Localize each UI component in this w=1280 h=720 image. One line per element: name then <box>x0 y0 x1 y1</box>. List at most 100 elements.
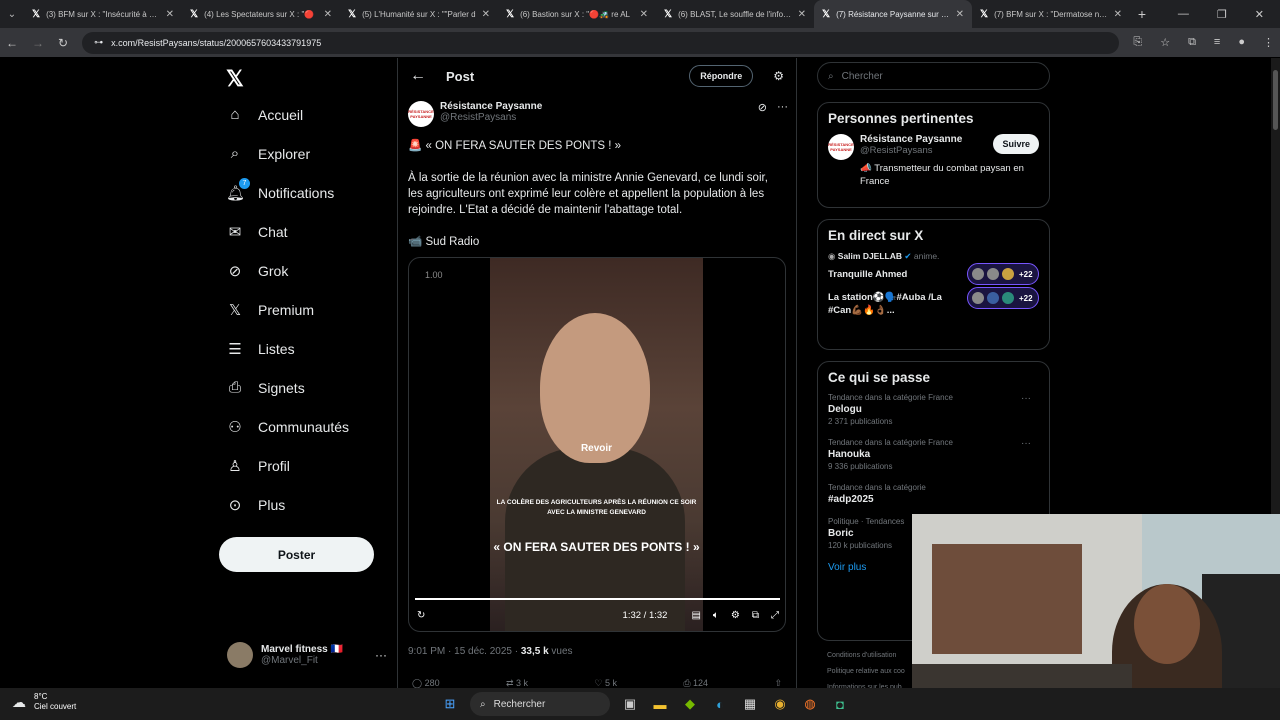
replay-icon[interactable]: ↻ <box>417 610 425 621</box>
firefox-icon[interactable]: ◍ <box>800 694 820 714</box>
close-icon[interactable]: ✕ <box>1114 9 1122 20</box>
browser-tab[interactable]: 𝕏 (3) BFM sur X : "Insécurité à Ma ✕ <box>24 0 182 28</box>
suggested-name[interactable]: Résistance Paysanne <box>860 134 962 145</box>
more-dots-icon[interactable]: ··· <box>777 101 788 127</box>
trend-item[interactable]: Tendance dans la catégorie France Delogu… <box>828 393 1039 426</box>
reload-icon[interactable]: ↻ <box>58 36 68 50</box>
nvidia-icon[interactable]: ◆ <box>680 694 700 714</box>
forward-icon[interactable]: → <box>32 36 44 50</box>
install-icon[interactable]: ⎘ <box>1133 36 1142 49</box>
close-icon[interactable]: ✕ <box>324 9 332 20</box>
author-handle[interactable]: @ResistPaysans <box>440 112 542 123</box>
new-tab-button[interactable]: + <box>1130 6 1154 22</box>
task-view-icon[interactable]: ▣ <box>620 694 640 714</box>
nav-item-explore[interactable]: ⌕ Explorer <box>226 145 310 162</box>
list-icon: ☰ <box>228 341 242 358</box>
browser-tab[interactable]: 𝕏 (5) L'Humanité sur X : ""Parler d ✕ <box>340 0 498 28</box>
more-dots-icon[interactable]: ··· <box>1021 393 1031 404</box>
listeners-count: +22 <box>1019 269 1033 279</box>
trend-item[interactable]: Tendance dans la catégorie France Hanouk… <box>828 438 1039 471</box>
author-name[interactable]: Résistance Paysanne <box>440 101 542 112</box>
post-header: ← Post Répondre ⚙ <box>398 58 796 94</box>
repost-icon: ⇄ <box>505 678 517 688</box>
bookmark-star-icon[interactable]: ☆ <box>1160 36 1170 49</box>
reply-button[interactable]: Répondre <box>689 65 754 87</box>
trend-item[interactable]: Tendance dans la catégorie #adp2025 <box>828 483 1039 505</box>
bookmark-icon: ⎙ <box>683 678 694 688</box>
tab-search-menu-icon[interactable]: ⌄ <box>0 0 24 28</box>
nav-item-grok[interactable]: ⊘ Grok <box>226 262 289 280</box>
url-field[interactable]: ⊶ x.com/ResistPaysans/status/20006576034… <box>82 31 1120 54</box>
grok-icon[interactable]: ⊘ <box>758 101 767 127</box>
more-dots-icon[interactable]: ··· <box>1021 438 1031 449</box>
suggested-account[interactable]: RÉSISTANCE PAYSANNE Résistance Paysanne … <box>828 134 1039 160</box>
browser-tab[interactable]: 𝕏 (6) Bastion sur X : "🔴🚜 re AL ✕ <box>498 0 656 28</box>
video-progress-bar[interactable] <box>415 598 780 600</box>
taskbar-search[interactable]: ⌕ Rechercher <box>470 692 610 716</box>
nav-item-communities[interactable]: ⚇ Communautés <box>226 418 349 436</box>
account-switcher[interactable]: Marvel fitness 🇫🇷 @Marvel_Fit ··· <box>227 642 387 668</box>
live-item[interactable]: ◉ Salim DJELLAB ✔ anime. Tranquille Ahme… <box>828 251 1039 285</box>
post-button[interactable]: Poster <box>219 537 374 572</box>
browser-tab-bar: ⌄ 𝕏 (3) BFM sur X : "Insécurité à Ma ✕ 𝕏 (4… <box>0 0 1280 28</box>
more-dots-icon[interactable]: ··· <box>375 648 387 662</box>
nav-item-chat[interactable]: ✉ Chat <box>226 223 288 241</box>
post-timestamp[interactable]: 9:01 PM · 15 déc. 2025 · <box>408 646 521 657</box>
post-source: 📹 Sud Radio <box>408 236 480 248</box>
menu-icon[interactable]: ⋮ <box>1263 36 1274 49</box>
close-icon[interactable]: ✕ <box>482 9 490 20</box>
back-icon[interactable]: ← <box>6 36 18 50</box>
listeners-pill[interactable]: +22 <box>967 263 1039 285</box>
footer-link[interactable]: Politique relative aux coo <box>827 664 905 680</box>
live-item[interactable]: La station⚽🗣️#Auba /La #Can💪🏾🔥👌🏾... +22 <box>828 287 1039 317</box>
chrome-icon[interactable]: ◉ <box>770 694 790 714</box>
browser-tab[interactable]: 𝕏 (7) BFM sur X : "Dermatose nod ✕ <box>972 0 1130 28</box>
browser-tab-active[interactable]: 𝕏 (7) Résistance Paysanne sur X : ✕ <box>814 0 972 28</box>
minimize-icon[interactable]: — <box>1178 8 1189 21</box>
nav-item-profile[interactable]: ♙ Profil <box>226 457 290 475</box>
close-icon[interactable]: ✕ <box>166 9 174 20</box>
maximize-icon[interactable]: ❐ <box>1217 8 1227 21</box>
video-frame[interactable]: Revoir LA COLÈRE DES AGRICULTEURS APRÈS … <box>490 258 703 631</box>
search-input[interactable]: ⌕ Chercher <box>817 62 1050 90</box>
browser-tab[interactable]: 𝕏 (4) Les Spectateurs sur X : "🔴 ✕ <box>182 0 340 28</box>
footer-link[interactable]: Conditions d'utilisation <box>827 648 905 664</box>
scrollbar-thumb[interactable] <box>1273 70 1278 130</box>
nav-item-home[interactable]: ⌂ Accueil <box>226 106 303 123</box>
x-home-logo-icon[interactable]: 𝕏 <box>226 66 244 92</box>
store-icon[interactable]: ▦ <box>740 694 760 714</box>
close-window-icon[interactable]: ✕ <box>1255 8 1264 21</box>
site-info-icon[interactable]: ⊶ <box>94 37 103 48</box>
settings-sliders-icon[interactable]: ⚙ <box>773 69 784 83</box>
edge-icon[interactable]: ◐ <box>710 694 730 714</box>
replay-button[interactable]: Revoir <box>490 443 703 454</box>
nav-item-premium[interactable]: 𝕏 Premium <box>226 301 314 319</box>
settings-icon[interactable]: ⚙ <box>731 610 740 621</box>
back-arrow-icon[interactable]: ← <box>410 67 426 85</box>
fullscreen-icon[interactable]: ⤢ <box>771 610 779 621</box>
media-icon[interactable]: ≡ <box>1214 36 1220 49</box>
windows-start-icon[interactable]: ⊞ <box>440 694 460 714</box>
extensions-icon[interactable]: ⧉ <box>1188 36 1196 49</box>
nav-item-bookmarks[interactable]: ⎙ Signets <box>226 379 305 396</box>
pip-icon[interactable]: ⧉ <box>752 610 759 621</box>
listeners-pill[interactable]: +22 <box>967 287 1039 309</box>
volume-icon[interactable]: 🔈︎ <box>713 610 719 621</box>
app-icon[interactable]: ◘ <box>830 694 850 714</box>
author-avatar[interactable]: RÉSISTANCE PAYSANNE <box>828 134 854 160</box>
captions-icon[interactable]: ▤ <box>691 610 700 621</box>
profile-avatar-icon[interactable]: ● <box>1238 36 1245 49</box>
author-avatar[interactable]: RÉSISTANCE PAYSANNE <box>408 101 434 127</box>
nav-item-more[interactable]: ⊙ Plus <box>226 496 286 514</box>
playback-speed: 1.00 <box>425 270 443 280</box>
nav-item-lists[interactable]: ☰ Listes <box>226 340 294 358</box>
video-player[interactable]: 1.00 Revoir LA COLÈRE DES AGRICULTEURS A… <box>408 257 786 632</box>
close-icon[interactable]: ✕ <box>640 9 648 20</box>
file-explorer-icon[interactable]: ▬ <box>650 694 670 714</box>
browser-tab[interactable]: 𝕏 (6) BLAST, Le souffle de l'info su ✕ <box>656 0 814 28</box>
weather-widget[interactable]: ☁ 8°C Ciel couvert <box>12 692 76 712</box>
close-icon[interactable]: ✕ <box>956 9 964 20</box>
follow-button[interactable]: Suivre <box>993 134 1039 154</box>
close-icon[interactable]: ✕ <box>798 9 806 20</box>
nav-item-notifications[interactable]: 🔔︎ 7 Notifications <box>226 178 334 202</box>
